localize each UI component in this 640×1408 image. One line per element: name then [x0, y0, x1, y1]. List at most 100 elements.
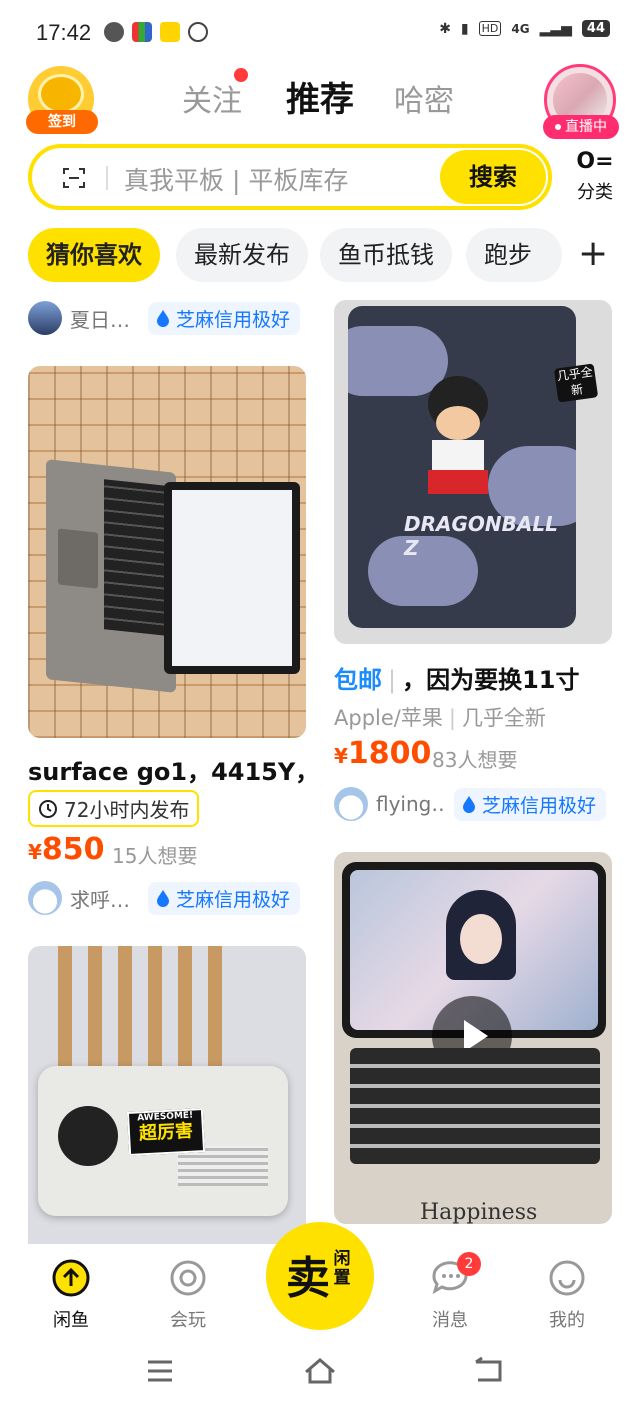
sell-sub-label: 闲置 [333, 1249, 351, 1288]
nav-mine[interactable]: 我的 [522, 1258, 612, 1332]
case-caption: Happiness [420, 1200, 538, 1224]
sell-button[interactable]: 卖 闲置 [266, 1222, 374, 1330]
seller-row[interactable]: 夏日… 芝麻信用极好 [28, 300, 301, 336]
nav-label: 我的 [549, 1310, 585, 1331]
tablet-screen [164, 482, 300, 674]
product-image-ipad-case[interactable]: DRAGONBALL Z 几乎全新 [334, 300, 612, 644]
product-image-ipad-keyboard[interactable]: Happiness [334, 852, 612, 1224]
wallpaper-face [460, 914, 502, 964]
title-divider: | [388, 666, 397, 694]
keyboard [350, 1048, 600, 1164]
tab-recommend[interactable]: 推荐 [286, 72, 354, 121]
product-title[interactable]: surface go1，4415Y， [28, 752, 319, 787]
price-symbol: ¥ [334, 744, 348, 768]
nav-label: 消息 [432, 1310, 468, 1331]
seller-row[interactable]: 求呼… 芝麻信用极好 [28, 880, 301, 916]
checkin-label: 签到 [26, 110, 98, 134]
search-button[interactable]: 搜索 [440, 150, 546, 204]
free-shipping-tag: 包邮 [334, 666, 382, 694]
credit-label: 芝麻信用极好 [482, 794, 597, 817]
chip-latest[interactable]: 最新发布 [176, 228, 308, 282]
play-circle-icon [170, 1260, 206, 1296]
back-icon[interactable] [472, 1356, 504, 1384]
scan-icon[interactable] [62, 166, 86, 190]
app-icon [132, 22, 152, 42]
product-image-surface[interactable] [28, 366, 306, 738]
title-text: ，因为要换11寸 [402, 666, 580, 694]
message-badge: 2 [457, 1252, 481, 1276]
nav-label: 闲鱼 [53, 1310, 89, 1331]
character-pants [428, 470, 488, 494]
credit-badge: 芝麻信用极好 [148, 301, 301, 335]
camo-shape [348, 326, 448, 396]
menu-icon[interactable] [146, 1358, 174, 1384]
network-label: 4G [511, 21, 530, 36]
chip-running[interactable]: 跑步 [466, 228, 562, 282]
system-icons: ✱ ▮ HD 4G ▂▃▅ 44 [439, 20, 610, 37]
product-price: ¥1800 [334, 736, 431, 771]
cloud-icon [104, 22, 124, 42]
almost-new-sticker: 几乎全新 [553, 363, 599, 403]
top-header: 签到 关注 推荐 哈密 直播中 [0, 64, 640, 139]
nav-messages[interactable]: 2 消息 [405, 1252, 495, 1332]
want-count: 83人想要 [432, 748, 518, 772]
price-value: 850 [41, 832, 105, 867]
price-value: 1800 [347, 736, 432, 771]
home-icon[interactable] [302, 1354, 338, 1386]
bottom-nav: 闲鱼 会玩 卖 闲置 2 消息 我的 [0, 1222, 640, 1344]
credit-badge: 芝麻信用极好 [454, 787, 607, 821]
condition-label: 几乎全新 [461, 706, 546, 730]
search-bar[interactable]: 真我平板 | 平板库存 搜索 [28, 144, 552, 210]
status-bar: 17:42 ✱ ▮ HD 4G ▂▃▅ 44 [0, 0, 640, 64]
add-chip-icon[interactable]: + [578, 232, 608, 276]
app-icon [188, 22, 208, 42]
projector-lens [58, 1106, 118, 1166]
character-shirt [432, 440, 484, 474]
search-input[interactable]: 真我平板 | 平板库存 [124, 161, 348, 197]
chip-fish-coins[interactable]: 鱼币抵钱 [320, 228, 452, 282]
sticker-main: 超厉害 [138, 1120, 194, 1145]
system-nav [0, 1344, 640, 1408]
tablet-case: DRAGONBALL Z [348, 306, 576, 628]
water-drop-icon [157, 890, 169, 907]
mascot-icon [38, 74, 84, 114]
price-symbol: ¥ [28, 840, 42, 864]
sell-main-label: 卖 [286, 1253, 330, 1304]
product-title[interactable]: 包邮 | ，因为要换11寸 [334, 660, 580, 695]
search-divider [106, 166, 108, 190]
avatar [28, 301, 62, 335]
credit-label: 芝麻信用极好 [176, 308, 291, 331]
live-label: 直播中 [543, 115, 619, 139]
category-button[interactable]: O= 分类 [572, 150, 618, 204]
nav-xianyu[interactable]: 闲鱼 [26, 1258, 116, 1332]
status-time: 17:42 [36, 20, 92, 45]
product-image-projector[interactable]: AWESOME! 超厉害 [28, 946, 306, 1244]
chip-guess-you-like[interactable]: 猜你喜欢 [28, 228, 160, 282]
tab-hami[interactable]: 哈密 [394, 76, 454, 120]
tab-follow[interactable]: 关注 [182, 76, 242, 120]
meituan-icon [160, 22, 180, 42]
checkin-button[interactable]: 签到 [26, 66, 98, 134]
time-label: 72小时内发布 [64, 798, 190, 822]
product-price: ¥850 [28, 832, 105, 867]
avatar [28, 881, 62, 915]
water-drop-icon [157, 310, 169, 327]
hd-icon: HD [478, 21, 502, 36]
credit-label: 芝麻信用极好 [176, 888, 291, 911]
battery-icon: 44 [581, 20, 610, 37]
seller-row[interactable]: flying… 芝麻信用极好 [334, 786, 607, 822]
keys [104, 479, 166, 636]
time-badge: 72小时内发布 [28, 790, 200, 827]
character-face [436, 406, 480, 440]
water-drop-icon [463, 796, 475, 813]
logo-text: DRAGONBALL Z [404, 512, 558, 560]
nav-huiwan[interactable]: 会玩 [143, 1258, 233, 1332]
keyboard-cover [46, 459, 176, 693]
xianyu-home-icon [52, 1259, 90, 1297]
smiley-icon [549, 1260, 585, 1296]
credit-badge: 芝麻信用极好 [148, 881, 301, 915]
screen-content [172, 490, 292, 666]
seller-name: 夏日… [70, 307, 130, 332]
product-attributes: Apple/苹果 | 几乎全新 [334, 702, 546, 732]
live-button[interactable]: 直播中 [543, 64, 619, 139]
